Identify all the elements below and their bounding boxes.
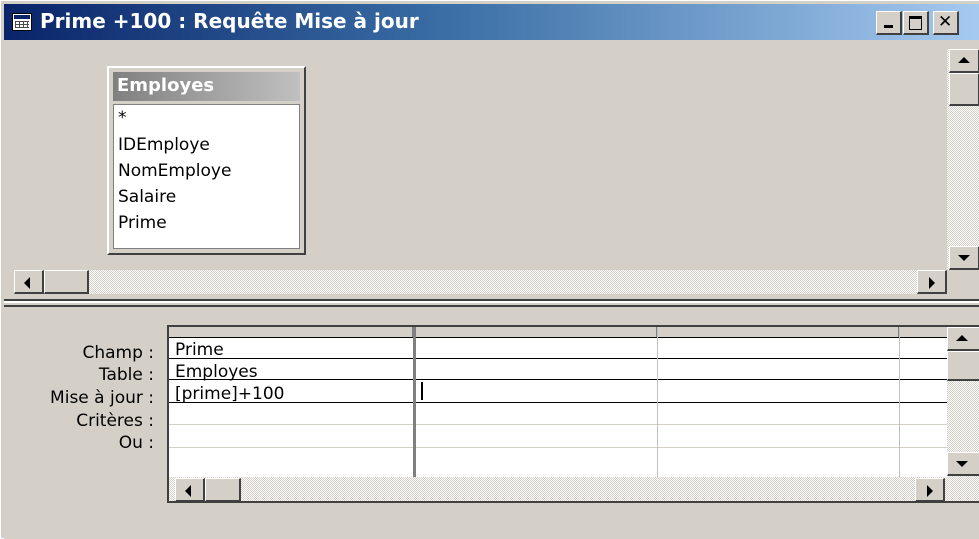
upper-hscroll-track[interactable]: [14, 270, 947, 294]
upper-scroll-left-button[interactable]: [14, 270, 44, 294]
grid-cell-table[interactable]: Employes: [175, 362, 258, 382]
arrow-down-icon: [958, 255, 970, 261]
grid-scroll-up-button[interactable]: [947, 327, 979, 351]
table-pane: Employes * IDEmploye NomEmploye Salaire …: [4, 41, 979, 294]
close-button[interactable]: [933, 11, 959, 35]
grid-scroll-down-button[interactable]: [947, 452, 979, 476]
maximize-button[interactable]: [903, 11, 929, 35]
row-label-criteria: Critères :: [76, 411, 154, 431]
grid-cell-field[interactable]: Prime: [175, 340, 224, 360]
arrow-right-icon: [929, 277, 935, 289]
field-item-idemploye[interactable]: IDEmploye: [118, 135, 210, 155]
row-label-field: Champ :: [82, 343, 154, 363]
grid-cell-field[interactable]: [419, 340, 653, 358]
field-item-nomemploye[interactable]: NomEmploye: [118, 161, 231, 181]
field-item-salaire[interactable]: Salaire: [118, 187, 176, 207]
arrow-up-icon: [958, 57, 970, 63]
design-grid-pane: Champ : Table : Mise à jour : Critères :…: [4, 314, 979, 539]
grid-hscroll-thumb[interactable]: [205, 478, 241, 501]
field-list-body: * IDEmploye NomEmploye Salaire Prime: [113, 104, 300, 249]
row-label-or: Ou :: [118, 433, 154, 453]
upper-scroll-down-button[interactable]: [949, 246, 979, 270]
grid-hscroll-track[interactable]: [169, 477, 979, 501]
grid-cell-update-to[interactable]: [prime]+100: [175, 384, 284, 404]
upper-scroll-right-button[interactable]: [917, 270, 947, 294]
column-selector[interactable]: [899, 327, 949, 337]
window-title: Prime +100 : Requête Mise à jour: [40, 9, 419, 33]
query-grid-icon[interactable]: [12, 13, 32, 31]
arrow-up-icon: [956, 335, 968, 341]
title-bar[interactable]: Prime +100 : Requête Mise à jour: [4, 4, 979, 40]
column-selector[interactable]: [169, 327, 413, 337]
column-selector[interactable]: [657, 327, 899, 337]
grid-vscroll-thumb[interactable]: [947, 351, 979, 381]
arrow-down-icon: [956, 461, 968, 467]
grid-scroll-left-button[interactable]: [175, 478, 205, 501]
row-label-update-to: Mise à jour :: [50, 388, 154, 408]
grid-cell-update-to-active[interactable]: [419, 384, 653, 402]
minimize-button[interactable]: [876, 11, 902, 35]
pane-splitter[interactable]: [4, 294, 979, 314]
row-label-table: Table :: [98, 365, 154, 385]
field-item-all[interactable]: *: [118, 108, 127, 128]
field-item-prime[interactable]: Prime: [118, 213, 167, 233]
query-window: Prime +100 : Requête Mise à jour Employe…: [0, 0, 979, 539]
arrow-right-icon: [927, 485, 933, 497]
text-caret: [421, 382, 423, 400]
design-grid: Prime Employes [prime]+100: [167, 325, 979, 503]
grid-scroll-right-button[interactable]: [915, 478, 945, 501]
grid-cell-table[interactable]: [419, 362, 653, 380]
arrow-left-icon: [24, 277, 30, 289]
upper-scroll-up-button[interactable]: [949, 49, 979, 73]
upper-vscroll-thumb[interactable]: [949, 73, 979, 106]
column-selector[interactable]: [416, 327, 657, 337]
upper-hscroll-thumb[interactable]: [44, 270, 89, 294]
field-list-title: Employes: [117, 75, 215, 96]
arrow-left-icon: [185, 485, 191, 497]
field-list-header[interactable]: Employes: [113, 72, 300, 101]
field-list-employes[interactable]: Employes * IDEmploye NomEmploye Salaire …: [107, 66, 306, 255]
